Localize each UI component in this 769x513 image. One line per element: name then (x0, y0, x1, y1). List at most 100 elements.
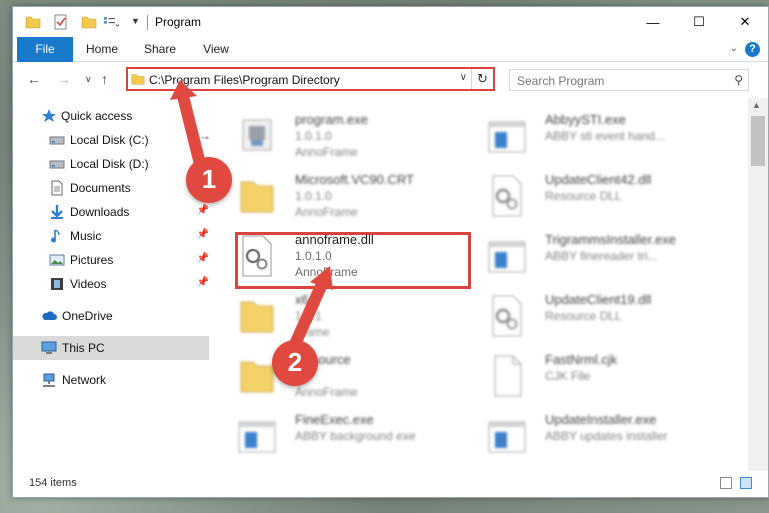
sidebar-item-label: Documents (70, 181, 131, 195)
sidebar-item-downloads[interactable]: Downloads 📌 (13, 200, 209, 224)
file-explorer-window: ▼ Program — ☐ ✕ File Home Share View ⌄ ?… (12, 6, 769, 498)
file-item-trigrammsinstaller-exe[interactable]: TrigrammsInstaller.exe ABBY finereader t… (461, 228, 701, 286)
file-description: ABBY background exe (295, 429, 416, 443)
blank-file-icon (494, 355, 522, 397)
file-company: AnnoFrame (295, 145, 358, 159)
new-folder-icon[interactable] (81, 14, 97, 30)
file-description: Resource DLL (545, 309, 622, 323)
scrollbar-thumb[interactable] (751, 116, 765, 166)
folder-icon[interactable] (25, 14, 41, 30)
file-item-updateclient42-dll[interactable]: UpdateClient42.dll Resource DLL (461, 168, 701, 226)
search-box[interactable]: Search Program ⚲ (509, 69, 749, 91)
file-name: UpdateClient19.dll (545, 292, 652, 307)
music-icon (51, 229, 60, 243)
minimize-button[interactable]: — (630, 7, 676, 37)
folder-icon (240, 181, 274, 213)
file-item-updateinstaller-exe[interactable]: UpdateInstaller.exe ABBY updates install… (461, 408, 701, 466)
file-item-x64[interactable]: x64 1.0.1 Frame (211, 288, 451, 346)
properties-check-icon[interactable] (53, 14, 69, 30)
window-title: Program (155, 15, 202, 29)
details-view-icon[interactable] (720, 477, 732, 489)
status-bar: 154 items (13, 471, 768, 497)
customize-toolbar-chevron-icon[interactable]: ▼ (131, 16, 147, 32)
pin-icon[interactable]: 📌 (197, 229, 209, 240)
tab-view[interactable]: View (193, 37, 239, 62)
close-button[interactable]: ✕ (722, 7, 768, 37)
address-path[interactable]: C:\Program Files\Program Directory (149, 73, 340, 87)
address-bar[interactable]: C:\Program Files\Program Directory ∨ ↻ (126, 67, 495, 91)
tab-share[interactable]: Share (135, 37, 185, 62)
recent-locations-chevron-icon[interactable]: ∨ (85, 74, 92, 85)
app-window-icon (238, 421, 276, 453)
exe-icon (242, 119, 272, 151)
file-company: Frame (295, 325, 330, 339)
pin-icon[interactable]: 📌 (197, 277, 209, 288)
cloud-icon (42, 311, 57, 320)
help-icon[interactable]: ? (745, 42, 760, 57)
address-history-chevron-icon[interactable]: ∨ (460, 72, 467, 83)
file-description: CJK File (545, 369, 591, 383)
scroll-up-arrow-icon[interactable]: ▲ (752, 100, 761, 110)
sidebar-item-quick-access[interactable]: Quick access (13, 104, 209, 128)
file-company: AnnoFrame (295, 205, 358, 219)
dll-gear-icon (492, 295, 522, 337)
file-item-microsoft-vc90-crt[interactable]: Microsoft.VC90.CRT 1.0.1.0 AnnoFrame (211, 168, 451, 226)
file-name: AbbyySTI.exe (545, 112, 626, 127)
up-arrow-icon[interactable]: ↑ (101, 71, 108, 87)
expand-ribbon-chevron-icon[interactable]: ⌄ (730, 43, 738, 54)
file-description: Resource DLL (545, 189, 622, 203)
sidebar-item-music[interactable]: Music 📌 (13, 224, 209, 248)
sidebar-item-label: Videos (70, 277, 107, 291)
step-2-callout: 2 (272, 340, 318, 386)
sidebar-item-label: Network (62, 373, 107, 387)
file-item-updateclient19-dll[interactable]: UpdateClient19.dll Resource DLL (461, 288, 701, 346)
file-description: ABBY updates installer (545, 429, 668, 443)
forward-arrow-icon[interactable]: → (57, 71, 71, 87)
file-name: FastNrml.cjk (545, 352, 618, 367)
back-arrow-icon[interactable]: ← (27, 71, 41, 87)
sidebar-item-label: OneDrive (62, 309, 113, 323)
drive-icon (49, 160, 65, 169)
maximize-button[interactable]: ☐ (676, 7, 722, 37)
file-description: ABBY sti event hand... (545, 129, 665, 143)
file-item-program-exe[interactable]: program.exe 1.0.1.0 AnnoFrame (211, 108, 451, 166)
file-item-resource[interactable]: Resource AnnoFrame (211, 348, 451, 406)
sidebar-item-videos[interactable]: Videos 📌 (13, 272, 209, 296)
pin-icon[interactable]: 📌 (197, 253, 209, 264)
file-item-abbyysti-exe[interactable]: AbbyySTI.exe ABBY sti event hand... (461, 108, 701, 166)
search-input[interactable]: Search Program (517, 74, 604, 88)
rename-list-icon[interactable] (103, 14, 119, 30)
network-icon (43, 373, 55, 387)
tab-home[interactable]: Home (77, 37, 127, 62)
pictures-icon (49, 254, 65, 266)
search-icon[interactable]: ⚲ (734, 73, 743, 87)
navigation-bar: ← → ∨ ↑ C:\Program Files\Program Directo… (13, 62, 768, 98)
file-company: AnnoFrame (295, 385, 358, 399)
file-name: UpdateClient42.dll (545, 172, 652, 187)
sidebar-item-documents[interactable]: Documents ⊸ (13, 176, 209, 200)
pin-icon[interactable]: 📌 (197, 205, 209, 216)
sidebar-item-local-disk-c[interactable]: Local Disk (C:) ⊸ (13, 128, 209, 152)
folder-icon (131, 74, 145, 85)
pin-icon[interactable]: ⊸ (201, 133, 209, 144)
file-description: ABBY finereader tri... (545, 249, 658, 263)
vertical-scrollbar[interactable]: ▲ (748, 98, 768, 473)
tab-file[interactable]: File (17, 37, 73, 62)
refresh-icon[interactable]: ↻ (471, 69, 493, 89)
sidebar-item-onedrive[interactable]: OneDrive (13, 304, 209, 328)
sidebar-item-label: Music (70, 229, 102, 243)
dll-gear-icon (242, 235, 272, 277)
sidebar-item-network[interactable]: Network (13, 368, 209, 392)
file-name: annoframe.dll (295, 232, 374, 247)
file-version: 1.0.1.0 (295, 249, 332, 263)
file-item-fastnrml-cjk[interactable]: FastNrml.cjk CJK File (461, 348, 701, 406)
file-item-fineexec-exe[interactable]: FineExec.exe ABBY background exe (211, 408, 451, 466)
file-name: x64 (295, 292, 316, 307)
sidebar-item-pictures[interactable]: Pictures 📌 (13, 248, 209, 272)
sidebar-item-local-disk-d[interactable]: Local Disk (D:) ⊸ (13, 152, 209, 176)
file-item-annoframe-dll[interactable]: annoframe.dll 1.0.1.0 AnnoFrame (211, 228, 451, 286)
app-window-icon (488, 241, 526, 273)
sidebar-item-this-pc[interactable]: This PC (13, 336, 209, 360)
large-icons-view-icon[interactable] (740, 477, 752, 489)
drive-icon (49, 136, 65, 145)
